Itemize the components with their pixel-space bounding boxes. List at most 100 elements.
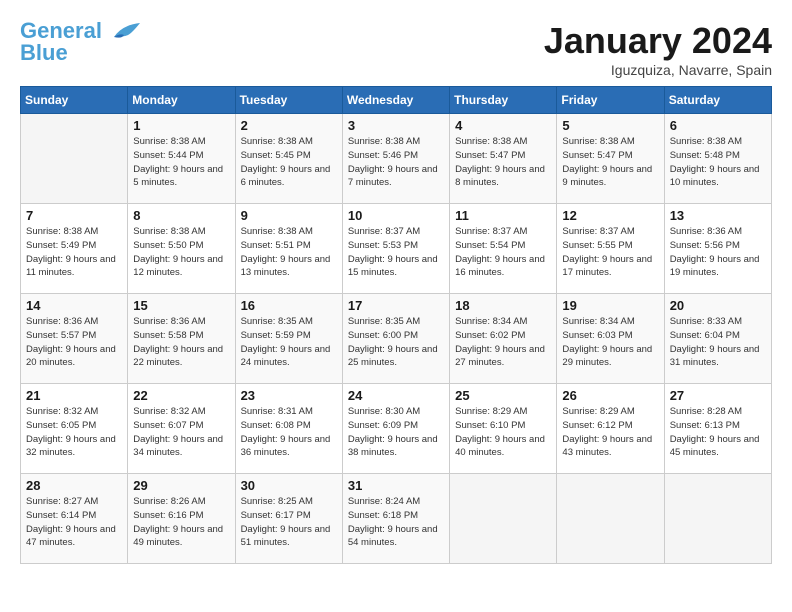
day-info: Sunrise: 8:38 AM Sunset: 5:48 PM Dayligh… bbox=[670, 135, 766, 190]
calendar-week-row: 1 Sunrise: 8:38 AM Sunset: 5:44 PM Dayli… bbox=[21, 114, 772, 204]
day-number: 25 bbox=[455, 388, 551, 403]
logo-bird-icon bbox=[104, 19, 140, 47]
calendar-day-cell: 5 Sunrise: 8:38 AM Sunset: 5:47 PM Dayli… bbox=[557, 114, 664, 204]
day-number: 10 bbox=[348, 208, 444, 223]
day-number: 19 bbox=[562, 298, 658, 313]
day-number: 21 bbox=[26, 388, 122, 403]
calendar-header-row: SundayMondayTuesdayWednesdayThursdayFrid… bbox=[21, 87, 772, 114]
day-info: Sunrise: 8:38 AM Sunset: 5:51 PM Dayligh… bbox=[241, 225, 337, 280]
calendar-day-cell: 3 Sunrise: 8:38 AM Sunset: 5:46 PM Dayli… bbox=[342, 114, 449, 204]
calendar-week-row: 28 Sunrise: 8:27 AM Sunset: 6:14 PM Dayl… bbox=[21, 474, 772, 564]
day-number: 8 bbox=[133, 208, 229, 223]
calendar-day-cell bbox=[21, 114, 128, 204]
day-info: Sunrise: 8:27 AM Sunset: 6:14 PM Dayligh… bbox=[26, 495, 122, 550]
day-number: 13 bbox=[670, 208, 766, 223]
calendar-week-row: 14 Sunrise: 8:36 AM Sunset: 5:57 PM Dayl… bbox=[21, 294, 772, 384]
day-number: 23 bbox=[241, 388, 337, 403]
day-info: Sunrise: 8:32 AM Sunset: 6:05 PM Dayligh… bbox=[26, 405, 122, 460]
day-number: 11 bbox=[455, 208, 551, 223]
calendar-day-cell bbox=[450, 474, 557, 564]
day-number: 16 bbox=[241, 298, 337, 313]
calendar-weekday-header: Thursday bbox=[450, 87, 557, 114]
day-info: Sunrise: 8:25 AM Sunset: 6:17 PM Dayligh… bbox=[241, 495, 337, 550]
calendar-day-cell: 25 Sunrise: 8:29 AM Sunset: 6:10 PM Dayl… bbox=[450, 384, 557, 474]
month-title: January 2024 bbox=[544, 20, 772, 62]
day-number: 18 bbox=[455, 298, 551, 313]
day-number: 4 bbox=[455, 118, 551, 133]
day-info: Sunrise: 8:38 AM Sunset: 5:45 PM Dayligh… bbox=[241, 135, 337, 190]
calendar-day-cell: 4 Sunrise: 8:38 AM Sunset: 5:47 PM Dayli… bbox=[450, 114, 557, 204]
day-info: Sunrise: 8:31 AM Sunset: 6:08 PM Dayligh… bbox=[241, 405, 337, 460]
day-info: Sunrise: 8:35 AM Sunset: 5:59 PM Dayligh… bbox=[241, 315, 337, 370]
calendar-day-cell: 17 Sunrise: 8:35 AM Sunset: 6:00 PM Dayl… bbox=[342, 294, 449, 384]
day-number: 26 bbox=[562, 388, 658, 403]
calendar-weekday-header: Sunday bbox=[21, 87, 128, 114]
day-info: Sunrise: 8:38 AM Sunset: 5:46 PM Dayligh… bbox=[348, 135, 444, 190]
day-info: Sunrise: 8:37 AM Sunset: 5:54 PM Dayligh… bbox=[455, 225, 551, 280]
day-info: Sunrise: 8:36 AM Sunset: 5:56 PM Dayligh… bbox=[670, 225, 766, 280]
day-info: Sunrise: 8:38 AM Sunset: 5:44 PM Dayligh… bbox=[133, 135, 229, 190]
day-info: Sunrise: 8:24 AM Sunset: 6:18 PM Dayligh… bbox=[348, 495, 444, 550]
day-number: 22 bbox=[133, 388, 229, 403]
calendar-day-cell: 23 Sunrise: 8:31 AM Sunset: 6:08 PM Dayl… bbox=[235, 384, 342, 474]
day-number: 14 bbox=[26, 298, 122, 313]
calendar-day-cell: 13 Sunrise: 8:36 AM Sunset: 5:56 PM Dayl… bbox=[664, 204, 771, 294]
day-number: 29 bbox=[133, 478, 229, 493]
calendar-day-cell: 19 Sunrise: 8:34 AM Sunset: 6:03 PM Dayl… bbox=[557, 294, 664, 384]
day-number: 20 bbox=[670, 298, 766, 313]
day-number: 31 bbox=[348, 478, 444, 493]
day-info: Sunrise: 8:38 AM Sunset: 5:50 PM Dayligh… bbox=[133, 225, 229, 280]
calendar-day-cell: 31 Sunrise: 8:24 AM Sunset: 6:18 PM Dayl… bbox=[342, 474, 449, 564]
header: GeneralBlue January 2024 Iguzquiza, Nava… bbox=[20, 20, 772, 78]
calendar-weekday-header: Monday bbox=[128, 87, 235, 114]
logo: GeneralBlue bbox=[20, 20, 140, 64]
day-info: Sunrise: 8:36 AM Sunset: 5:57 PM Dayligh… bbox=[26, 315, 122, 370]
calendar-day-cell: 29 Sunrise: 8:26 AM Sunset: 6:16 PM Dayl… bbox=[128, 474, 235, 564]
calendar-day-cell: 14 Sunrise: 8:36 AM Sunset: 5:57 PM Dayl… bbox=[21, 294, 128, 384]
calendar-day-cell: 7 Sunrise: 8:38 AM Sunset: 5:49 PM Dayli… bbox=[21, 204, 128, 294]
calendar-day-cell: 15 Sunrise: 8:36 AM Sunset: 5:58 PM Dayl… bbox=[128, 294, 235, 384]
calendar-day-cell: 27 Sunrise: 8:28 AM Sunset: 6:13 PM Dayl… bbox=[664, 384, 771, 474]
day-number: 1 bbox=[133, 118, 229, 133]
calendar-day-cell: 12 Sunrise: 8:37 AM Sunset: 5:55 PM Dayl… bbox=[557, 204, 664, 294]
day-number: 24 bbox=[348, 388, 444, 403]
day-info: Sunrise: 8:34 AM Sunset: 6:03 PM Dayligh… bbox=[562, 315, 658, 370]
day-number: 7 bbox=[26, 208, 122, 223]
calendar-day-cell: 18 Sunrise: 8:34 AM Sunset: 6:02 PM Dayl… bbox=[450, 294, 557, 384]
day-number: 5 bbox=[562, 118, 658, 133]
calendar-day-cell: 8 Sunrise: 8:38 AM Sunset: 5:50 PM Dayli… bbox=[128, 204, 235, 294]
calendar-day-cell: 22 Sunrise: 8:32 AM Sunset: 6:07 PM Dayl… bbox=[128, 384, 235, 474]
calendar-day-cell: 16 Sunrise: 8:35 AM Sunset: 5:59 PM Dayl… bbox=[235, 294, 342, 384]
day-info: Sunrise: 8:38 AM Sunset: 5:47 PM Dayligh… bbox=[455, 135, 551, 190]
day-info: Sunrise: 8:35 AM Sunset: 6:00 PM Dayligh… bbox=[348, 315, 444, 370]
calendar-day-cell: 10 Sunrise: 8:37 AM Sunset: 5:53 PM Dayl… bbox=[342, 204, 449, 294]
calendar-day-cell: 1 Sunrise: 8:38 AM Sunset: 5:44 PM Dayli… bbox=[128, 114, 235, 204]
day-info: Sunrise: 8:34 AM Sunset: 6:02 PM Dayligh… bbox=[455, 315, 551, 370]
day-info: Sunrise: 8:33 AM Sunset: 6:04 PM Dayligh… bbox=[670, 315, 766, 370]
calendar-weekday-header: Friday bbox=[557, 87, 664, 114]
calendar-day-cell: 21 Sunrise: 8:32 AM Sunset: 6:05 PM Dayl… bbox=[21, 384, 128, 474]
calendar-day-cell: 24 Sunrise: 8:30 AM Sunset: 6:09 PM Dayl… bbox=[342, 384, 449, 474]
calendar-day-cell bbox=[557, 474, 664, 564]
day-info: Sunrise: 8:28 AM Sunset: 6:13 PM Dayligh… bbox=[670, 405, 766, 460]
calendar-week-row: 21 Sunrise: 8:32 AM Sunset: 6:05 PM Dayl… bbox=[21, 384, 772, 474]
day-info: Sunrise: 8:32 AM Sunset: 6:07 PM Dayligh… bbox=[133, 405, 229, 460]
day-info: Sunrise: 8:30 AM Sunset: 6:09 PM Dayligh… bbox=[348, 405, 444, 460]
day-number: 27 bbox=[670, 388, 766, 403]
location: Iguzquiza, Navarre, Spain bbox=[544, 62, 772, 78]
calendar-day-cell: 30 Sunrise: 8:25 AM Sunset: 6:17 PM Dayl… bbox=[235, 474, 342, 564]
day-info: Sunrise: 8:36 AM Sunset: 5:58 PM Dayligh… bbox=[133, 315, 229, 370]
day-info: Sunrise: 8:37 AM Sunset: 5:55 PM Dayligh… bbox=[562, 225, 658, 280]
day-number: 2 bbox=[241, 118, 337, 133]
day-info: Sunrise: 8:37 AM Sunset: 5:53 PM Dayligh… bbox=[348, 225, 444, 280]
day-number: 30 bbox=[241, 478, 337, 493]
calendar-weekday-header: Wednesday bbox=[342, 87, 449, 114]
day-info: Sunrise: 8:38 AM Sunset: 5:49 PM Dayligh… bbox=[26, 225, 122, 280]
calendar-weekday-header: Tuesday bbox=[235, 87, 342, 114]
day-info: Sunrise: 8:26 AM Sunset: 6:16 PM Dayligh… bbox=[133, 495, 229, 550]
calendar-day-cell bbox=[664, 474, 771, 564]
calendar-day-cell: 26 Sunrise: 8:29 AM Sunset: 6:12 PM Dayl… bbox=[557, 384, 664, 474]
calendar-body: 1 Sunrise: 8:38 AM Sunset: 5:44 PM Dayli… bbox=[21, 114, 772, 564]
calendar-week-row: 7 Sunrise: 8:38 AM Sunset: 5:49 PM Dayli… bbox=[21, 204, 772, 294]
title-area: January 2024 Iguzquiza, Navarre, Spain bbox=[544, 20, 772, 78]
